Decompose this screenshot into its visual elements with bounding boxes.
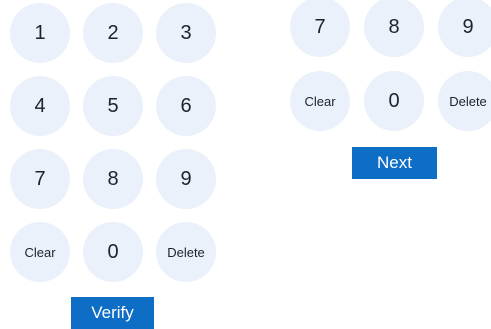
verify-button[interactable]: Verify xyxy=(71,297,154,329)
right-keypad: 7 8 9 Clear 0 Delete Next xyxy=(280,0,491,200)
clear-button[interactable]: Clear xyxy=(10,222,70,282)
key-2[interactable]: 2 xyxy=(83,3,143,63)
clear-button[interactable]: Clear xyxy=(290,71,350,131)
key-8[interactable]: 8 xyxy=(364,0,424,57)
next-button[interactable]: Next xyxy=(352,147,437,179)
key-0[interactable]: 0 xyxy=(364,71,424,131)
key-4[interactable]: 4 xyxy=(10,76,70,136)
key-5[interactable]: 5 xyxy=(83,76,143,136)
delete-button[interactable]: Delete xyxy=(438,71,491,131)
key-9[interactable]: 9 xyxy=(438,0,491,57)
key-6[interactable]: 6 xyxy=(156,76,216,136)
key-3[interactable]: 3 xyxy=(156,3,216,63)
key-7[interactable]: 7 xyxy=(290,0,350,57)
key-1[interactable]: 1 xyxy=(10,3,70,63)
key-8[interactable]: 8 xyxy=(83,149,143,209)
key-7[interactable]: 7 xyxy=(10,149,70,209)
left-keypad: 1 2 3 4 5 6 7 8 9 Clear 0 Delete Verify xyxy=(0,0,230,329)
key-9[interactable]: 9 xyxy=(156,149,216,209)
key-0[interactable]: 0 xyxy=(83,222,143,282)
delete-button[interactable]: Delete xyxy=(156,222,216,282)
